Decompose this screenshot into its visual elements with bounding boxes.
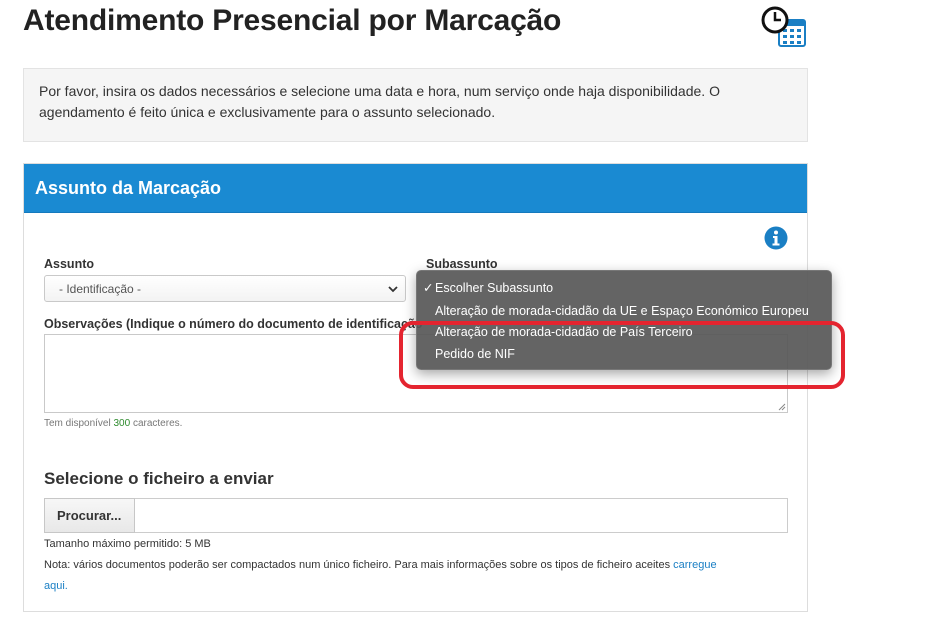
dropdown-option-label: Escolher Subassunto bbox=[435, 281, 554, 295]
file-types-text: Nota: vários documentos poderão ser comp… bbox=[44, 559, 674, 571]
calendar-clock-icon bbox=[761, 6, 806, 47]
file-types-link[interactable]: carregue bbox=[673, 559, 716, 571]
char-counter-suffix: caracteres. bbox=[130, 418, 183, 429]
assunto-select[interactable]: - Identificação - bbox=[44, 275, 406, 302]
chevron-down-icon bbox=[388, 286, 398, 293]
file-types-note-line2: aqui. bbox=[44, 576, 68, 597]
checkmark-icon: ✓ bbox=[423, 281, 434, 295]
subassunto-label: Subassunto bbox=[426, 257, 498, 271]
file-heading: Selecione o ficheiro a enviar bbox=[44, 469, 274, 488]
char-counter: Tem disponível 300 caracteres. bbox=[44, 418, 182, 429]
intro-text: Por favor, insira os dados necessários e… bbox=[39, 83, 720, 120]
char-counter-number: 300 bbox=[113, 418, 131, 429]
file-types-note: Nota: vários documentos poderão ser comp… bbox=[44, 555, 794, 576]
char-counter-prefix: Tem disponível bbox=[44, 418, 114, 429]
observacoes-label: Observações (Indique o número do documen… bbox=[44, 317, 423, 331]
dropdown-option-morada-ue[interactable]: Alteração de morada-cidadão da UE e Espa… bbox=[423, 301, 809, 321]
highlight-annotation bbox=[399, 321, 845, 389]
file-input[interactable] bbox=[44, 498, 788, 533]
dropdown-option-label: Alteração de morada-cidadão da UE e Espa… bbox=[435, 304, 809, 318]
panel-header: Assunto da Marcação bbox=[24, 164, 807, 213]
browse-button[interactable]: Procurar... bbox=[44, 498, 135, 533]
assunto-label: Assunto bbox=[44, 257, 94, 271]
dropdown-option-escolher[interactable]: ✓ Escolher Subassunto bbox=[423, 278, 553, 298]
assunto-select-value: - Identificação - bbox=[59, 282, 142, 296]
page-title: Atendimento Presencial por Marcação bbox=[23, 4, 562, 37]
intro-box: Por favor, insira os dados necessários e… bbox=[23, 68, 808, 142]
info-icon[interactable] bbox=[764, 226, 788, 250]
file-types-link-2[interactable]: aqui. bbox=[44, 580, 68, 592]
resize-grip-icon[interactable] bbox=[778, 403, 786, 411]
max-size-note: Tamanho máximo permitido: 5 MB bbox=[44, 538, 211, 550]
